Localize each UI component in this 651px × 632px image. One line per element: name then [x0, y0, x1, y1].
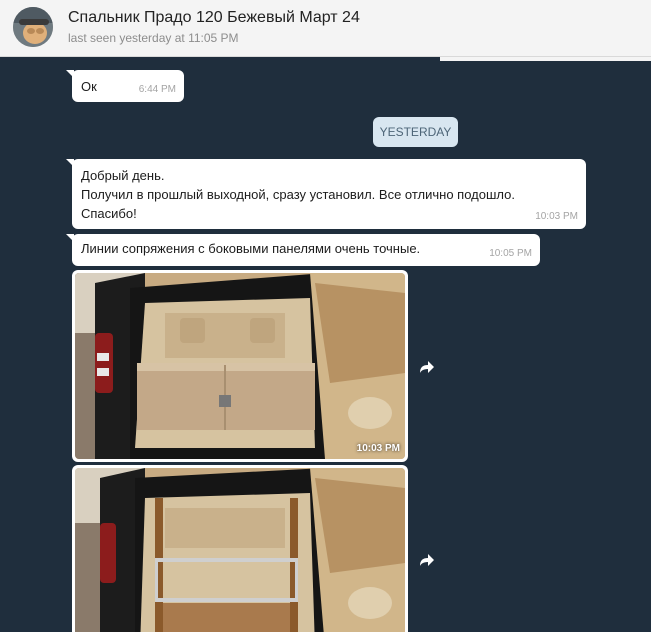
forward-icon[interactable]: [414, 547, 440, 573]
forward-icon[interactable]: [414, 354, 440, 380]
date-separator: YESTERDAY: [373, 117, 458, 147]
message-time: 10:03 PM: [535, 211, 578, 222]
message-bubble[interactable]: Линии сопряжения с боковыми панелями оче…: [66, 234, 540, 266]
message-bubble[interactable]: Добрый день. Получил в прошлый выходной,…: [66, 159, 586, 229]
message-bubble[interactable]: Ок 6:44 PM: [66, 70, 184, 102]
car-trunk-photo: [75, 273, 405, 459]
message-time: 6:44 PM: [138, 84, 176, 95]
message-text: Линии сопряжения с боковыми панелями оче…: [81, 241, 421, 256]
photo-message[interactable]: 10:03 PM: [72, 270, 408, 462]
photo-time: 10:03 PM: [356, 443, 400, 454]
message-text: Добрый день. Получил в прошлый выходной,…: [81, 168, 515, 221]
car-trunk-frame-photo: [75, 468, 405, 632]
header-notch: [440, 57, 651, 61]
contact-avatar[interactable]: [13, 7, 53, 47]
chat-header: Спальник Прадо 120 Бежевый Март 24 last …: [0, 0, 651, 57]
chat-title[interactable]: Спальник Прадо 120 Бежевый Март 24: [68, 9, 360, 27]
photo-message[interactable]: [72, 465, 408, 632]
message-time: 10:05 PM: [489, 248, 532, 259]
last-seen-status: last seen yesterday at 11:05 PM: [68, 31, 239, 45]
message-list[interactable]: Ок 6:44 PM YESTERDAY Добрый день. Получи…: [0, 57, 651, 632]
